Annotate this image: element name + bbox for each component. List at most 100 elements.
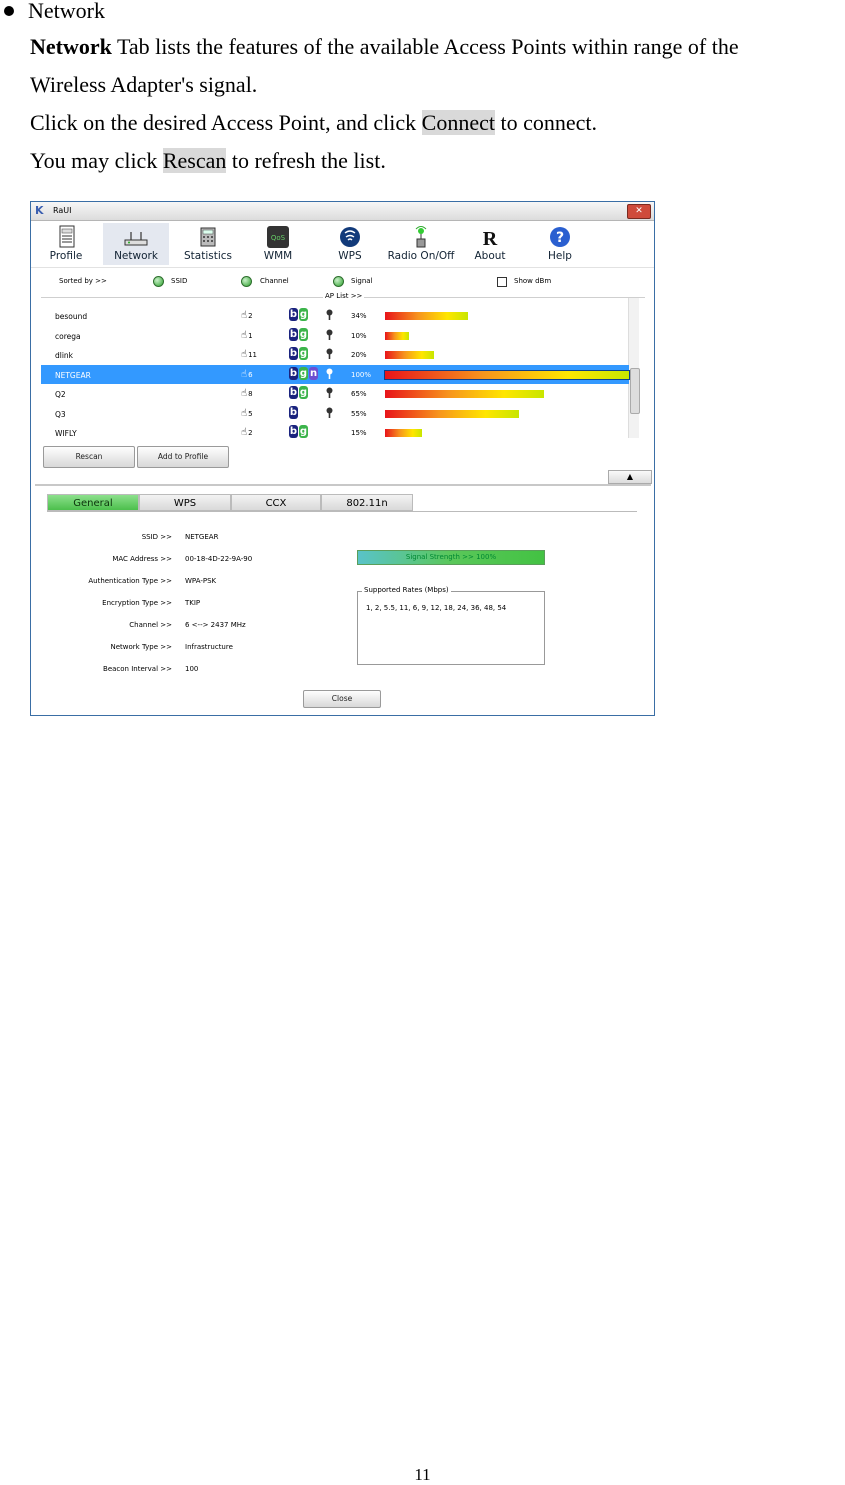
channel-icon: ☝ xyxy=(241,310,248,321)
ssid-label: SSID >> xyxy=(141,533,172,541)
ap-list-legend: AP List >> xyxy=(323,292,365,300)
ap-mode-badges: bg xyxy=(289,425,309,439)
ap-row[interactable]: corega ☝1 b g 10% xyxy=(41,326,629,345)
tab-general[interactable]: General xyxy=(47,494,139,511)
encryption-value: TKIP xyxy=(185,599,201,607)
ap-mode-badges: bg xyxy=(289,327,309,342)
ap-channel-number: 6 xyxy=(248,370,253,379)
add-to-profile-button[interactable]: Add to Profile xyxy=(137,446,229,468)
ap-signal-bar xyxy=(385,331,410,340)
svg-text:QoS: QoS xyxy=(271,234,286,242)
mode-g-badge: g xyxy=(299,386,308,399)
ap-row[interactable]: Q3 ☝5 b 55% xyxy=(41,404,629,423)
window-title: RaUI xyxy=(53,206,72,215)
ap-ssid: WIFLY xyxy=(55,429,77,438)
beacon-value: 100 xyxy=(185,665,199,673)
ap-channel-number: 2 xyxy=(248,312,253,320)
ap-channel: ☝5 xyxy=(241,408,253,419)
ap-ssid: corega xyxy=(55,331,81,341)
ap-channel: ☝2 xyxy=(241,310,253,321)
toolbar-wps[interactable]: WPS xyxy=(317,223,383,265)
ap-row[interactable]: Q2 ☝8 b g 65% xyxy=(41,384,629,403)
ap-ssid: dlink xyxy=(55,351,74,360)
toolbar-about[interactable]: R About xyxy=(457,223,523,265)
toolbar-profile-label: Profile xyxy=(49,250,83,262)
svg-text:R: R xyxy=(483,228,498,249)
title-bar: K RaUI ✕ xyxy=(31,202,654,221)
network-type-value: Infrastructure xyxy=(185,643,233,651)
lock-icon xyxy=(326,368,333,379)
toolbar-radio[interactable]: Radio On/Off xyxy=(383,223,459,265)
window-close-button[interactable]: ✕ xyxy=(627,204,651,219)
page-number: 11 xyxy=(414,1465,431,1484)
show-dbm-checkbox[interactable] xyxy=(497,277,507,287)
lock-icon xyxy=(326,348,333,359)
sort-ssid-label: SSID xyxy=(171,277,188,285)
sort-signal-radio[interactable] xyxy=(333,276,344,287)
close-button[interactable]: Close xyxy=(303,690,381,708)
collapse-panel-button[interactable]: ▲ xyxy=(608,470,652,484)
toolbar-wmm[interactable]: QoS WMM xyxy=(245,223,311,265)
ap-channel: ☝2 xyxy=(241,427,253,438)
beacon-label: Beacon Interval >> xyxy=(103,665,172,673)
ap-row[interactable]: dlink ☝11 b g 20% xyxy=(41,345,629,364)
raui-window: K RaUI ✕ Profile Network Statistics QoS … xyxy=(30,201,655,716)
toolbar-statistics-label: Statistics xyxy=(184,250,232,262)
ap-signal-percent: 20% xyxy=(351,351,367,359)
signal-strength-bar: Signal Strength >> 100% xyxy=(357,550,545,565)
toolbar-help[interactable]: ? Help xyxy=(527,223,593,265)
tab-wps[interactable]: WPS xyxy=(139,494,231,511)
paragraph-2: Wireless Adapter's signal. xyxy=(30,72,258,97)
toolbar-statistics[interactable]: Statistics xyxy=(175,223,241,265)
network-type-label: Network Type >> xyxy=(110,643,173,651)
ap-signal-percent: 10% xyxy=(351,331,367,340)
toolbar-radio-label: Radio On/Off xyxy=(387,250,455,262)
detail-panel: General WPS CCX 802.11n SSID >> NETGEAR … xyxy=(35,484,651,714)
ap-signal-percent: 55% xyxy=(351,409,367,418)
tab-80211n[interactable]: 802.11n xyxy=(321,494,413,511)
ap-channel: ☝6 xyxy=(241,369,253,380)
ap-list-scroll-thumb[interactable] xyxy=(630,368,640,414)
ap-row[interactable]: NETGEAR ☝6 b g n 100% xyxy=(41,364,630,384)
channel-label: Channel >> xyxy=(129,621,172,629)
ap-channel-number: 2 xyxy=(248,429,253,437)
toolbar-network[interactable]: Network xyxy=(103,223,169,265)
statistics-icon xyxy=(200,227,216,247)
ap-row[interactable]: WIFLY ☝2 b g 15% xyxy=(41,423,629,442)
sorted-by-label: Sorted by >> xyxy=(59,277,107,285)
toolbar-profile[interactable]: Profile xyxy=(33,223,99,265)
connect-highlight: Connect xyxy=(421,110,495,135)
ap-list: besound ☝2 b g 34% corega ☝1 b g 10% dlink ☝11 b g 20%… xyxy=(41,297,645,443)
ap-row[interactable]: besound ☝2 b g 34% xyxy=(41,306,629,325)
ap-channel-number: 5 xyxy=(248,409,253,418)
ap-channel: ☝8 xyxy=(241,388,253,399)
sort-ssid-radio[interactable] xyxy=(153,276,164,287)
auth-value: WPA-PSK xyxy=(185,577,217,585)
ap-list-scrollbar[interactable] xyxy=(628,298,640,438)
para3-pre: Click on the desired Access Point, and c… xyxy=(30,110,422,135)
toolbar-about-label: About xyxy=(474,250,506,262)
svg-text:?: ? xyxy=(556,230,564,246)
ap-ssid: Q3 xyxy=(55,409,66,419)
tab-divider xyxy=(47,511,637,512)
lock-icon xyxy=(326,407,333,418)
radio-icon xyxy=(415,226,427,248)
sort-channel-radio[interactable] xyxy=(241,276,252,287)
ap-channel-number: 8 xyxy=(248,390,253,398)
ap-signal-percent: 34% xyxy=(351,312,367,320)
bullet-icon xyxy=(4,5,14,16)
tab-ccx[interactable]: CCX xyxy=(231,494,321,511)
profile-icon xyxy=(59,225,75,248)
ap-channel-number: 11 xyxy=(248,351,258,359)
auth-label: Authentication Type >> xyxy=(88,577,172,585)
paragraph-4: You may click Rescan to refresh the list… xyxy=(30,148,386,174)
para4-post: to refresh the list. xyxy=(226,148,386,173)
ap-ssid: NETGEAR xyxy=(55,370,91,380)
mode-g-badge: g xyxy=(299,308,308,321)
rescan-button[interactable]: Rescan xyxy=(43,446,135,468)
mode-g-badge: g xyxy=(299,347,308,360)
ap-signal-percent: 65% xyxy=(351,390,367,398)
show-dbm-label: Show dBm xyxy=(514,277,552,285)
para4-pre: You may click xyxy=(30,148,163,173)
network-icon xyxy=(124,232,148,246)
